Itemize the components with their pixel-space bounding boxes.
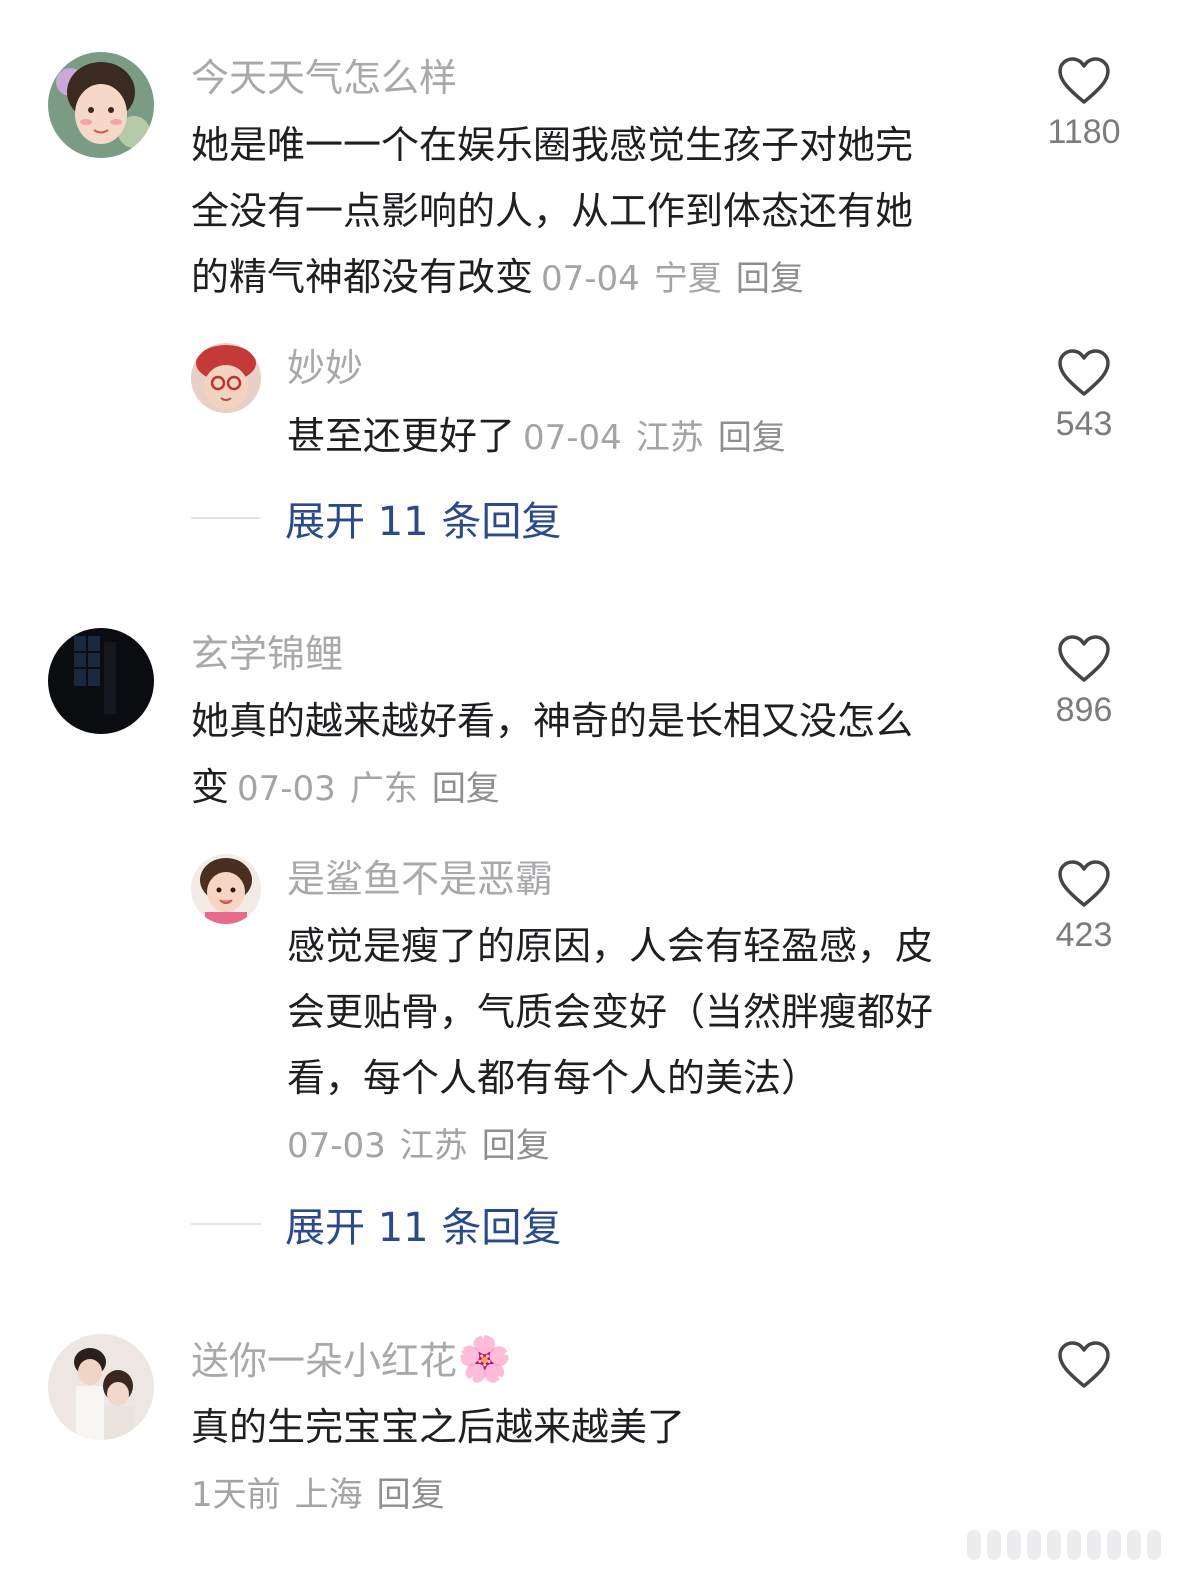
reply-button[interactable]: 回复: [718, 418, 786, 458]
expand-replies-button[interactable]: 展开 11 条回复: [191, 1199, 561, 1251]
bar: [1147, 1530, 1161, 1560]
divider: [191, 1223, 261, 1225]
like-count: 423: [1055, 916, 1113, 954]
bar: [1127, 1530, 1141, 1560]
comment-location: 江苏: [635, 418, 704, 458]
username[interactable]: 今天天气怎么样: [191, 54, 457, 102]
reply-button[interactable]: 回复: [736, 259, 804, 299]
comment-date: 07-04: [541, 259, 640, 299]
like-button[interactable]: [1039, 1340, 1129, 1390]
comment-line: 1天前 上海 回复: [191, 1460, 685, 1528]
comment-date: 07-03: [287, 1126, 386, 1166]
reply-button[interactable]: 回复: [377, 1475, 445, 1515]
comment-meta: 07-03 江苏 回复: [287, 1126, 564, 1166]
expand-replies-label: 展开 11 条回复: [285, 1205, 562, 1251]
comment-line: 她是唯一一个在娱乐圈我感觉生孩子对她完: [191, 123, 914, 167]
comment-meta: 07-04 江苏 回复: [523, 418, 800, 458]
like-count: 1180: [1047, 113, 1121, 151]
bar: [1047, 1530, 1061, 1560]
bar: [1107, 1530, 1121, 1560]
comment-date: 1天前: [191, 1475, 281, 1515]
comment-date: 07-04: [523, 418, 622, 458]
heart-icon: [1058, 57, 1110, 104]
comment-meta: 07-03 广东 回复: [237, 769, 514, 809]
comment-location: 上海: [294, 1475, 363, 1515]
comment-meta: 1天前 上海 回复: [191, 1475, 459, 1515]
comment-line: 的精气神都没有改变 07-04 宁夏 回复: [191, 244, 913, 312]
heart-icon: [1058, 349, 1110, 396]
comment-line: 07-03 江苏 回复: [287, 1111, 933, 1179]
avatar[interactable]: [48, 1334, 154, 1440]
bar: [1067, 1530, 1081, 1560]
username[interactable]: 送你一朵小红花🌸: [191, 1336, 512, 1385]
avatar[interactable]: [191, 343, 261, 413]
like-button[interactable]: 543: [1039, 348, 1129, 444]
expand-replies-button[interactable]: 展开 11 条回复: [191, 493, 561, 545]
reply-button[interactable]: 回复: [482, 1126, 550, 1166]
comment-line-text: 甚至还更好了: [287, 414, 516, 458]
like-button[interactable]: 1180: [1039, 56, 1129, 152]
username[interactable]: 妙妙: [287, 344, 363, 392]
comment-line-text: 的精气神都没有改变: [191, 255, 534, 299]
username[interactable]: 是鲨鱼不是恶霸: [287, 855, 553, 903]
like-count: 896: [1055, 691, 1113, 729]
bar: [987, 1530, 1001, 1560]
avatar[interactable]: [48, 52, 154, 158]
heart-icon: [1058, 860, 1110, 907]
comment-line: 甚至还更好了 07-04 江苏 回复: [287, 403, 800, 471]
comment-line: 全没有一点影响的人，从工作到体态还有她: [191, 189, 914, 233]
like-button[interactable]: 896: [1039, 634, 1129, 730]
comment-text: 她真的越来越好看，神奇的是长相又没怎么 变 07-03 广东 回复: [191, 688, 913, 822]
comment-text: 甚至还更好了 07-04 江苏 回复: [287, 403, 800, 471]
comment-line: 感觉是瘦了的原因，人会有轻盈感，皮: [287, 924, 934, 968]
username[interactable]: 玄学锦鲤: [191, 630, 343, 678]
heart-icon: [1058, 635, 1110, 682]
comment-location: 广东: [349, 769, 418, 809]
username-text: 送你一朵小红花: [191, 1339, 458, 1383]
watermark-bars: [967, 1530, 1161, 1560]
avatar[interactable]: [191, 854, 261, 924]
comment-location: 宁夏: [653, 259, 722, 299]
comment-line: 真的生完宝宝之后越来越美了: [191, 1405, 686, 1449]
comment-line: 会更贴骨，气质会变好（当然胖瘦都好: [287, 990, 934, 1034]
comment-date: 07-03: [237, 769, 336, 809]
like-button[interactable]: 423: [1039, 859, 1129, 955]
expand-replies-label: 展开 11 条回复: [285, 499, 562, 545]
comment-text: 真的生完宝宝之后越来越美了 1天前 上海 回复: [191, 1394, 685, 1528]
comment-location: 江苏: [399, 1126, 468, 1166]
comment-line: 看，每个人都有每个人的美法）: [287, 1056, 820, 1100]
bar: [1007, 1530, 1021, 1560]
comment-line-text: 变: [191, 765, 230, 809]
comment-meta: 07-04 宁夏 回复: [541, 259, 818, 299]
comment-line: 变 07-03 广东 回复: [191, 754, 913, 822]
heart-icon: [1058, 1341, 1110, 1388]
divider: [191, 517, 261, 519]
bar: [1087, 1530, 1101, 1560]
like-count: 543: [1055, 405, 1113, 443]
reply-button[interactable]: 回复: [432, 769, 500, 809]
flower-emoji: 🌸: [457, 1334, 512, 1385]
avatar[interactable]: [48, 628, 154, 734]
comment-text: 她是唯一一个在娱乐圈我感觉生孩子对她完 全没有一点影响的人，从工作到体态还有她 …: [191, 112, 913, 312]
bar: [1027, 1530, 1041, 1560]
comment-line: 她真的越来越好看，神奇的是长相又没怎么: [191, 699, 914, 743]
bar: [967, 1530, 981, 1560]
comment-text: 感觉是瘦了的原因，人会有轻盈感，皮 会更贴骨，气质会变好（当然胖瘦都好 看，每个…: [287, 913, 933, 1179]
